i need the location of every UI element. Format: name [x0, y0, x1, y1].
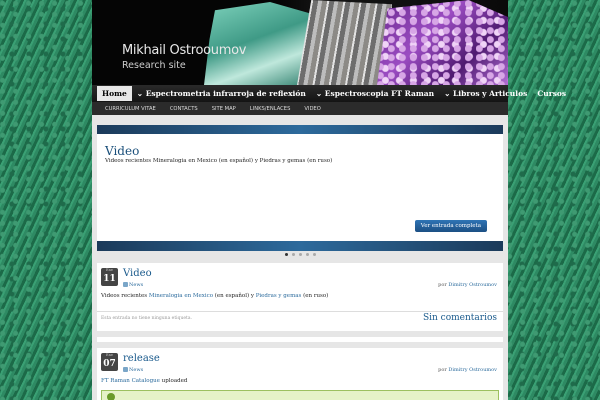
subnav-sitemap[interactable]: SITE MAP: [205, 106, 243, 112]
nav-item-libros[interactable]: ⌄ Libros y Articulos: [439, 86, 532, 101]
post-title[interactable]: release: [123, 353, 160, 364]
subnav-links[interactable]: LINKS/ENLACES: [243, 106, 298, 112]
post-footer: Esta entrada no tiene ninguna etiqueta. …: [97, 311, 503, 326]
nav-label: Home: [102, 89, 127, 98]
slider-dot[interactable]: [312, 253, 316, 256]
header-image-amethyst: [377, 0, 508, 85]
author-link[interactable]: Dimitry Ostroumov: [448, 282, 497, 288]
post-category[interactable]: News: [129, 282, 143, 288]
slide-excerpt: Videos recientes Mineralogia en Mexico (…: [105, 158, 333, 164]
chevron-down-icon: ⌄: [315, 89, 325, 98]
post-day: 07: [103, 359, 116, 369]
post-date: Ene 07: [101, 353, 118, 371]
post-release: Ene 07 release News por Dimitry Ostroumo…: [97, 348, 503, 400]
page-wrapper: Mikhail Ostrooumov Research site Home ⌄ …: [92, 0, 566, 400]
read-more-button[interactable]: Ver entrada completa: [414, 220, 487, 232]
body-text: (en español) y: [213, 293, 256, 299]
comments-link[interactable]: Sin comentarios: [423, 313, 497, 323]
chevron-down-icon: ⌄: [136, 89, 146, 98]
body-text: uploaded: [159, 378, 188, 384]
link-mineralogia[interactable]: Mineralogia en Mexico: [149, 293, 213, 299]
folder-icon: [123, 282, 128, 287]
sub-nav: CURRICULUM VITAE CONTACTS SITE MAP LINKS…: [92, 102, 508, 115]
slide-title[interactable]: Video: [105, 144, 139, 158]
post-title[interactable]: Video: [123, 268, 152, 279]
post-author: por Dimitry Ostroumov: [438, 282, 497, 288]
link-raman-catalogue[interactable]: FT Raman Catalogue: [101, 378, 160, 384]
nav-item-home[interactable]: Home: [97, 86, 132, 101]
site-title[interactable]: Mikhail Ostrooumov: [122, 43, 246, 58]
by-prefix: por: [438, 282, 447, 288]
nav-label: Espectroscopia FT Raman: [324, 89, 435, 98]
body-text: (en ruso): [301, 293, 329, 299]
subnav-video[interactable]: VIDEO: [297, 106, 327, 112]
slider-bottom-bar: [97, 241, 503, 251]
nav-item-cursos[interactable]: Cursos: [532, 86, 571, 101]
body-text: Videos recientes: [101, 293, 149, 299]
by-prefix: por: [438, 367, 447, 373]
slider-dot[interactable]: [284, 253, 288, 256]
slider-top-bar: [97, 125, 503, 134]
nav-label: Espectrometria infrarroja de reflexión: [145, 89, 306, 98]
chevron-down-icon: ⌄: [444, 89, 454, 98]
post-author: por Dimitry Ostroumov: [438, 367, 497, 373]
nav-label: Cursos: [537, 89, 567, 98]
subnav-contacts[interactable]: CONTACTS: [163, 106, 205, 112]
post-body: Videos recientes Mineralogia en Mexico (…: [101, 293, 328, 299]
slider-pagination: [92, 253, 508, 256]
post-separator: [97, 337, 503, 342]
nav-label: Libros y Articulos: [453, 89, 528, 98]
slider-dot[interactable]: [291, 253, 295, 256]
featured-slider: Video Videos recientes Mineralogia en Me…: [97, 125, 503, 251]
nav-item-infrarroja[interactable]: ⌄ Espectrometria infrarroja de reflexión: [132, 86, 311, 101]
post-tags: Esta entrada no tiene ninguna etiqueta.: [101, 316, 192, 321]
post-video: Ene 11 Video News por Dimitry Ostroumov …: [97, 263, 503, 331]
slider-dot[interactable]: [305, 253, 309, 256]
author-link[interactable]: Dimitry Ostroumov: [448, 367, 497, 373]
post-body: FT Raman Catalogue uploaded: [101, 378, 187, 384]
post-date: Ene 11: [101, 268, 118, 286]
folder-icon: [123, 367, 128, 372]
site-description: Research site: [122, 60, 186, 71]
subnav-cv[interactable]: CURRICULUM VITAE: [98, 106, 163, 112]
main-nav: Home ⌄ Espectrometria infrarroja de refl…: [92, 85, 566, 102]
post-day: 11: [103, 274, 116, 284]
header-image-agate: [297, 0, 392, 85]
slider-dot[interactable]: [298, 253, 302, 256]
nav-item-raman[interactable]: ⌄ Espectroscopia FT Raman: [311, 86, 439, 101]
download-notice: [101, 390, 499, 400]
post-category[interactable]: News: [129, 367, 143, 373]
site-header: Mikhail Ostrooumov Research site: [92, 0, 508, 85]
info-icon: [107, 393, 115, 400]
link-piedras[interactable]: Piedras y gemas: [256, 293, 302, 299]
